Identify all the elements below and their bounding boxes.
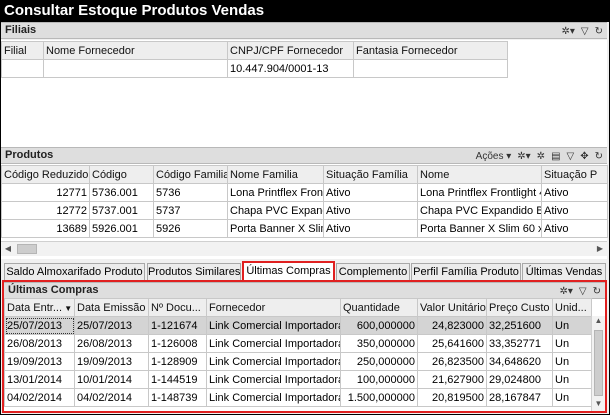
table-row[interactable]: 26/08/2013 26/08/2013 1-126008 Link Come…: [4, 334, 592, 353]
produtos-header: Produtos Ações ▾ ✲▾ ✲ ▤ ▽ ✥ ↻: [1, 147, 607, 164]
col-nome-familia[interactable]: Nome Familia: [227, 165, 324, 184]
col-valor-unitario[interactable]: Valor Unitário: [417, 298, 487, 317]
col-filial[interactable]: Filial: [1, 41, 44, 60]
table-row[interactable]: 19/09/2013 19/09/2013 1-128909 Link Come…: [4, 352, 592, 371]
tab-ultimas-compras[interactable]: Últimas Compras: [242, 261, 335, 281]
ultimas-compras-title: Últimas Compras: [8, 284, 99, 296]
col-nome-fornecedor[interactable]: Nome Fornecedor: [43, 41, 228, 60]
refresh-icon[interactable]: ↻: [595, 26, 603, 37]
filiais-table: Filial Nome Fornecedor CNPJ/CPF Forneced…: [1, 41, 508, 78]
col-codigo-familia[interactable]: Código Familia: [153, 165, 228, 184]
col-unidade[interactable]: Unid...: [552, 298, 592, 317]
column-settings-icon[interactable]: ✲▾: [562, 26, 575, 37]
ultimas-compras-panel: Últimas Compras ✲▾ ▽ ↻ Data Entr... ▼ Da…: [2, 280, 607, 413]
scroll-left-icon[interactable]: ◀: [1, 242, 15, 256]
ultimas-compras-table: Data Entr... ▼ Data Emissão Nº Docu... F…: [4, 298, 592, 407]
tab-perfil-familia[interactable]: Perfil Família Produto: [411, 263, 521, 281]
scroll-right-icon[interactable]: ▶: [593, 242, 607, 256]
main-area: Filiais ✲▾ ▽ ↻ Filial Nome Fornecedor CN…: [1, 22, 609, 414]
col-fantasia[interactable]: Fantasia Fornecedor: [353, 41, 508, 60]
tab-produtos-similares[interactable]: Produtos Similares: [147, 263, 241, 281]
col-preco-custo[interactable]: Preço Custo: [486, 298, 553, 317]
filter-icon[interactable]: ▽: [567, 151, 575, 162]
pin-icon[interactable]: ✥: [580, 151, 588, 162]
produtos-hscrollbar[interactable]: ◀ ▶: [1, 241, 607, 256]
table-row[interactable]: 12771 5736.001 5736 Lona Printflex Front…: [1, 183, 608, 202]
table-row[interactable]: 04/02/2014 04/02/2014 1-148739 Link Come…: [4, 388, 592, 407]
table-row[interactable]: 13/01/2014 10/01/2014 1-144519 Link Come…: [4, 370, 592, 389]
col-codigo[interactable]: Código: [89, 165, 154, 184]
col-codigo-reduzido[interactable]: Código Reduzido: [1, 165, 90, 184]
refresh-icon[interactable]: ↻: [595, 151, 603, 162]
table-row[interactable]: 13689 5926.001 5926 Porta Banner X Slim …: [1, 219, 608, 238]
col-cnpj-cpf[interactable]: CNPJ/CPF Fornecedor: [227, 41, 354, 60]
col-quantidade[interactable]: Quantidade: [340, 298, 418, 317]
group-icon[interactable]: ✲: [537, 151, 545, 162]
acoes-menu[interactable]: Ações ▾: [476, 151, 512, 162]
refresh-icon[interactable]: ↻: [593, 286, 601, 297]
col-numero-documento[interactable]: Nº Docu...: [148, 298, 207, 317]
column-settings-icon[interactable]: ✲▾: [560, 286, 573, 297]
table-row[interactable]: 10.447.904/0001-13: [1, 59, 508, 78]
window-title: Consultar Estoque Produtos Vendas: [0, 0, 610, 22]
col-situacao-familia[interactable]: Situação Família: [323, 165, 418, 184]
report-icon[interactable]: ▤: [551, 151, 560, 162]
col-nome[interactable]: Nome: [417, 165, 542, 184]
scroll-up-icon[interactable]: ▲: [592, 316, 605, 328]
ultimas-compras-vscrollbar[interactable]: ▲ ▼: [591, 316, 605, 411]
scroll-thumb[interactable]: [594, 330, 603, 396]
sort-desc-icon: ▼: [62, 303, 73, 313]
filter-icon[interactable]: ▽: [581, 26, 589, 37]
tab-saldo-almoxarifado[interactable]: Saldo Almoxarifado Produto: [4, 263, 145, 281]
tab-complemento[interactable]: Complemento: [336, 263, 410, 281]
detail-tabs: Saldo Almoxarifado Produto Produtos Simi…: [1, 261, 607, 281]
tab-ultimas-vendas[interactable]: Últimas Vendas: [522, 263, 606, 281]
col-data-emissao[interactable]: Data Emissão: [74, 298, 149, 317]
col-data-entrada[interactable]: Data Entr... ▼: [4, 298, 75, 317]
col-fornecedor[interactable]: Fornecedor: [206, 298, 341, 317]
column-settings-icon[interactable]: ✲▾: [517, 151, 530, 162]
scroll-down-icon[interactable]: ▼: [592, 399, 605, 411]
filiais-title: Filiais: [5, 24, 37, 36]
table-row[interactable]: 12772 5737.001 5737 Chapa PVC Expand Ati…: [1, 201, 608, 220]
filiais-header: Filiais ✲▾ ▽ ↻: [1, 22, 607, 39]
table-row[interactable]: 25/07/2013 25/07/2013 1-121674 Link Come…: [4, 316, 592, 335]
scroll-thumb[interactable]: [17, 244, 37, 254]
produtos-table: Código Reduzido Código Código Familia No…: [1, 165, 608, 238]
ultimas-compras-header: Últimas Compras ✲▾ ▽ ↻: [4, 282, 605, 299]
filter-icon[interactable]: ▽: [579, 286, 587, 297]
col-situacao-produto[interactable]: Situação P: [541, 165, 608, 184]
produtos-title: Produtos: [5, 149, 54, 161]
